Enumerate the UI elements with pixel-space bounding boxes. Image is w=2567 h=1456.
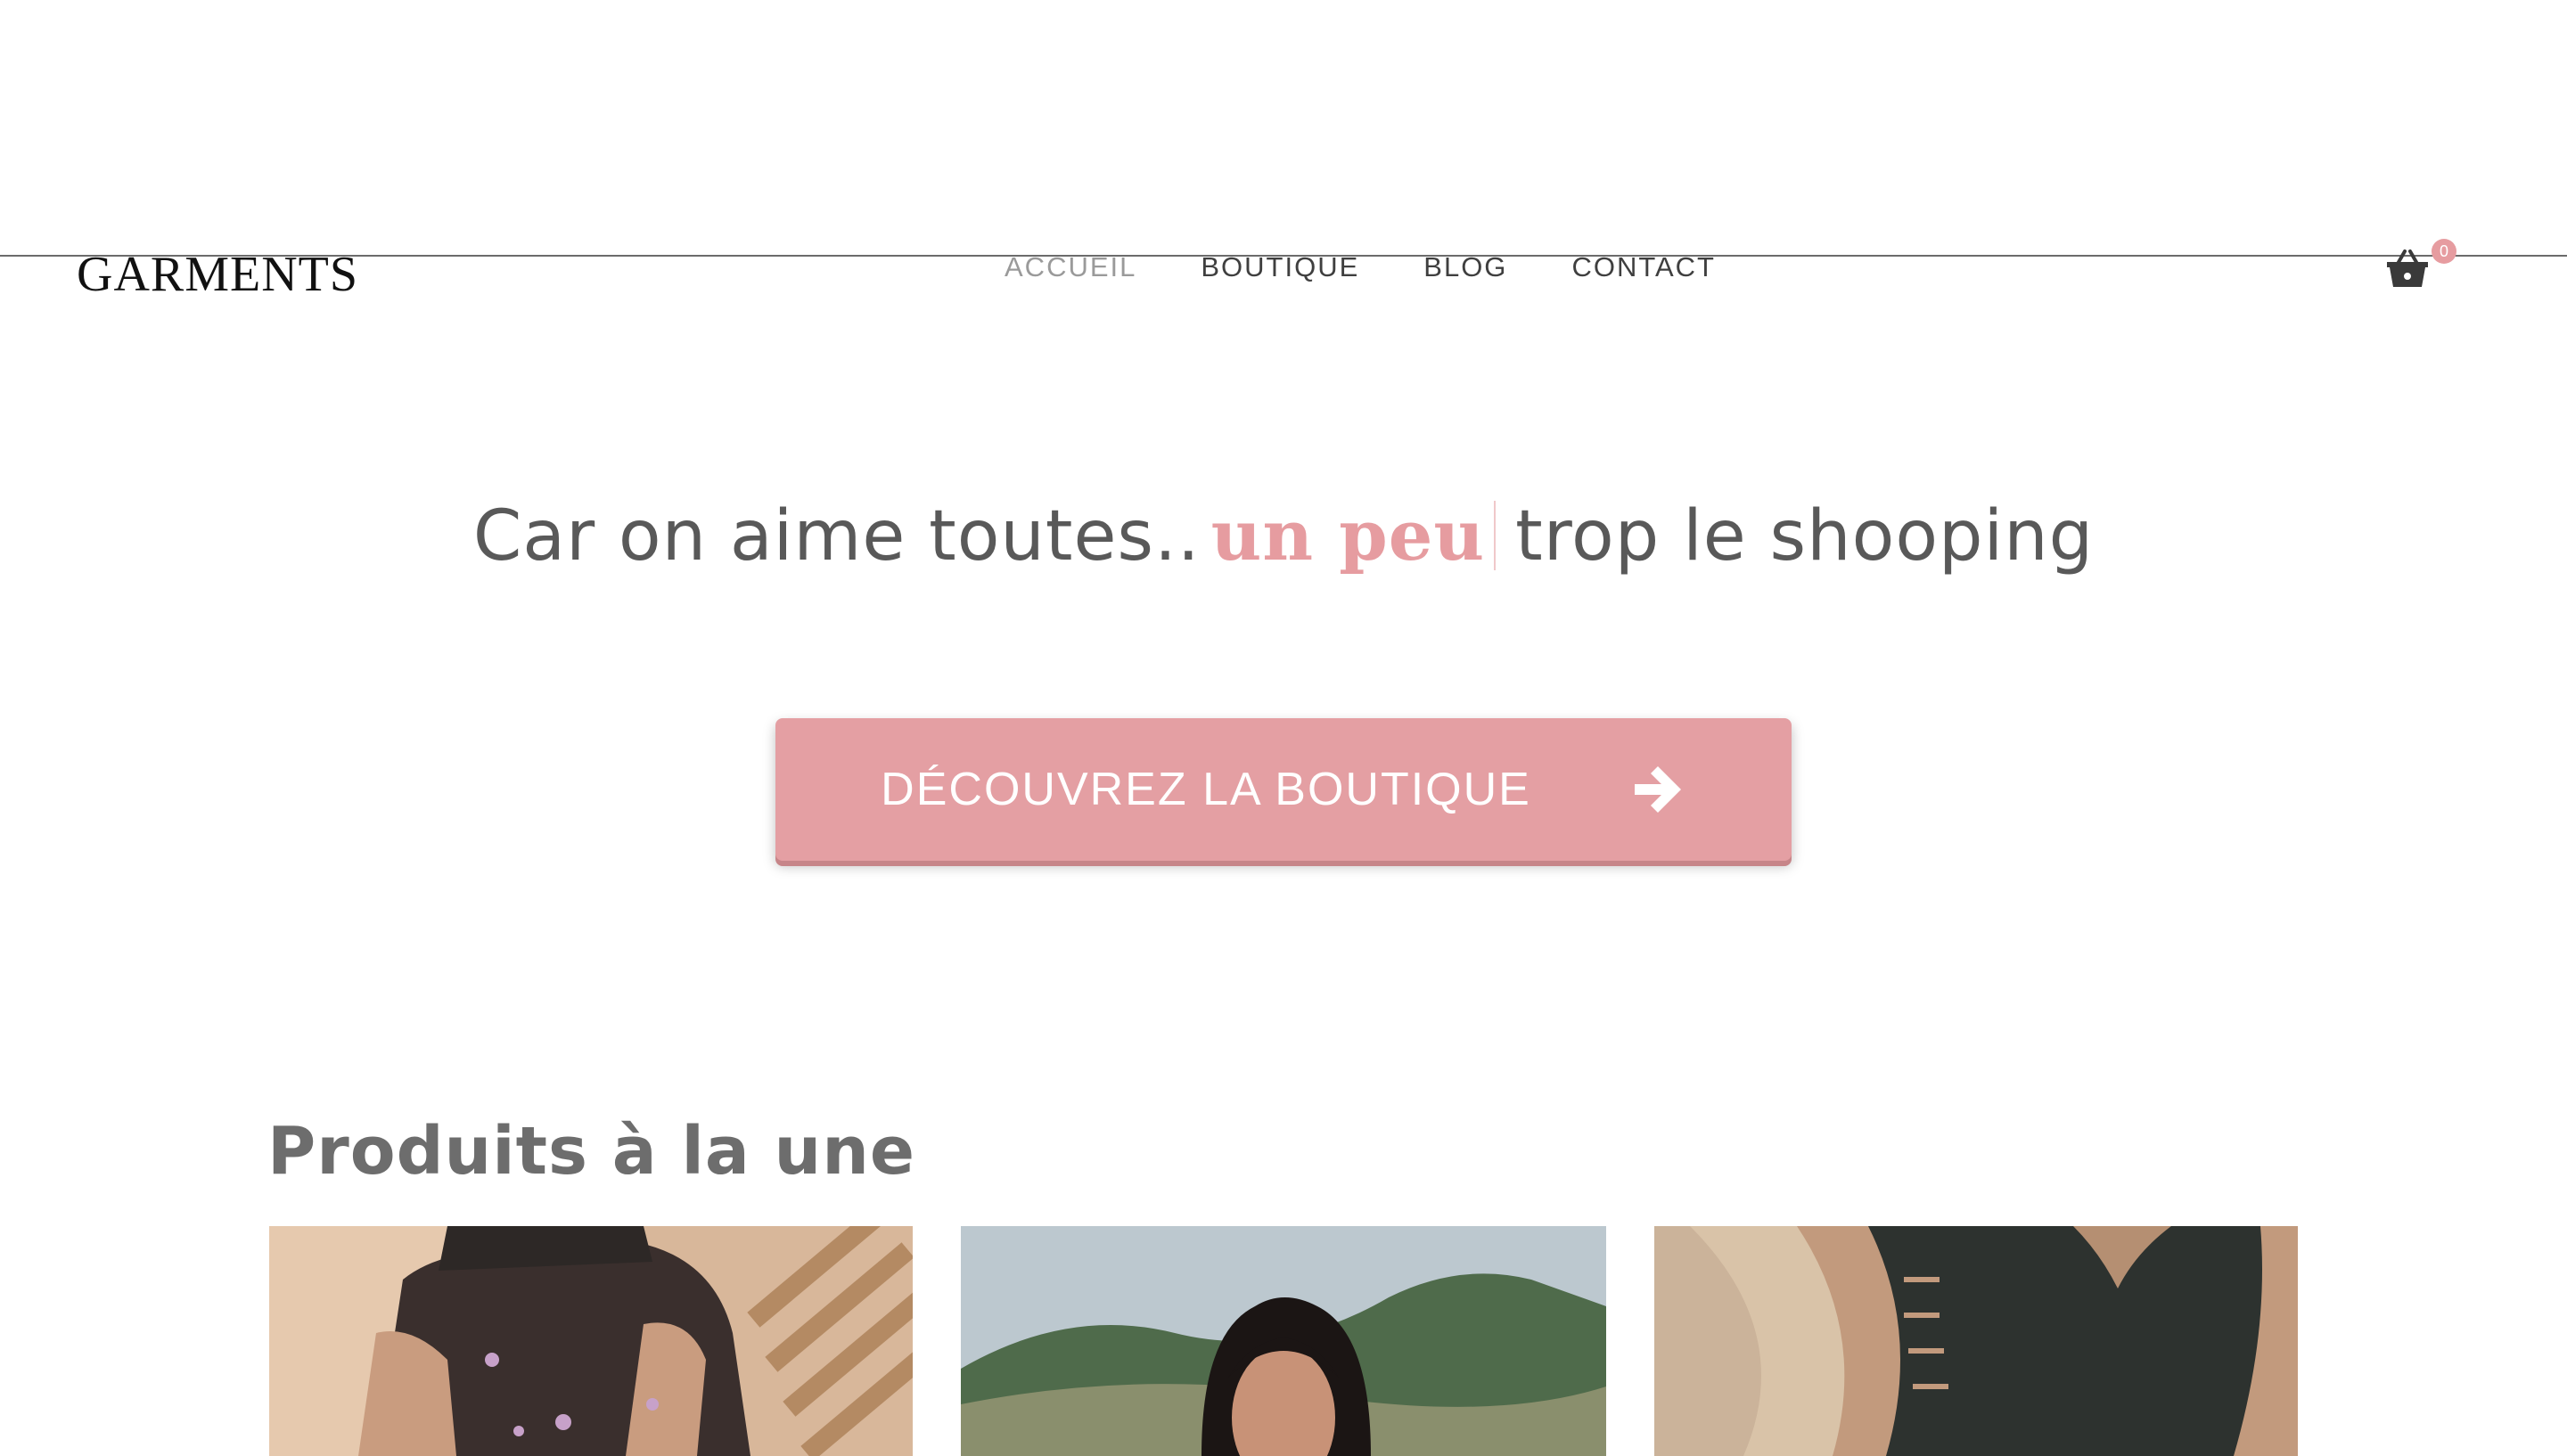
basket-icon[interactable] — [2385, 248, 2430, 289]
cta-label: DÉCOUVREZ LA BOUTIQUE — [881, 764, 1531, 815]
hero-tagline: Car on aime toutes.. un peu trop le shoopi… — [0, 495, 2567, 577]
typing-cursor — [1494, 501, 1497, 570]
discover-shop-button[interactable]: DÉCOUVREZ LA BOUTIQUE — [775, 718, 1792, 861]
tagline-text-end: trop le shooping — [1515, 496, 2095, 577]
product-image-2[interactable] — [961, 1226, 1606, 1456]
site-logo[interactable]: GARMENTS — [77, 246, 358, 303]
tagline-accent: un peu — [1210, 495, 1486, 577]
page: GARMENTS ACCUEIL BOUTIQUE BLOG CONTACT 0… — [0, 0, 2567, 1456]
tagline-text-start: Car on aime toutes.. — [472, 496, 1201, 577]
featured-products-title: Produits à la une — [267, 1113, 916, 1190]
nav-item-boutique[interactable]: BOUTIQUE — [1201, 251, 1359, 283]
nav-item-contact[interactable]: CONTACT — [1571, 251, 1716, 283]
cart-count-badge: 0 — [2432, 239, 2456, 264]
main-nav: ACCUEIL BOUTIQUE BLOG CONTACT — [1005, 251, 1716, 283]
product-image-3[interactable] — [1654, 1226, 2298, 1456]
nav-item-blog[interactable]: BLOG — [1423, 251, 1507, 283]
product-image-1[interactable] — [269, 1226, 913, 1456]
arrow-right-icon — [1629, 761, 1686, 818]
nav-item-accueil[interactable]: ACCUEIL — [1005, 251, 1136, 283]
